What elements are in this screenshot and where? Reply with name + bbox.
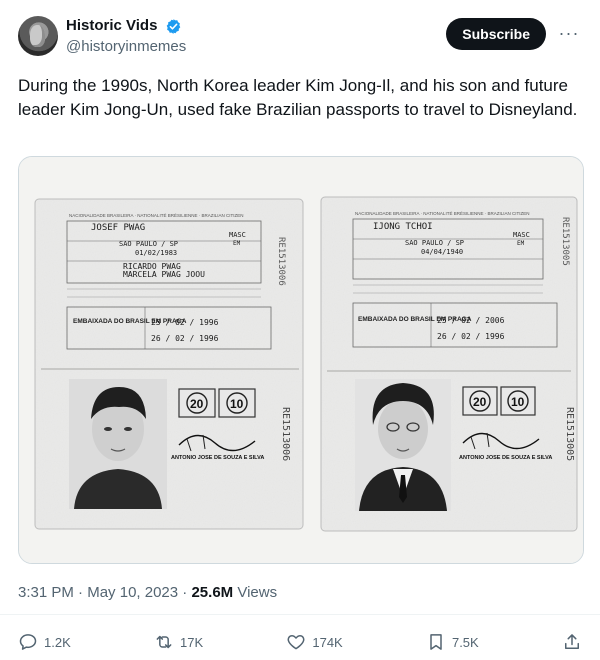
author-display-name[interactable]: Historic Vids <box>66 16 157 36</box>
tweet-date[interactable]: May 10, 2023 <box>87 584 178 601</box>
share-button[interactable] <box>562 632 582 652</box>
views-label: Views <box>237 584 278 601</box>
author-handle[interactable]: @historyinmemes <box>66 37 186 57</box>
left-dob-text: 01/02/1983 <box>135 249 177 257</box>
action-bar: 1.2K 17K 174K 7.5K <box>18 630 582 654</box>
passports-photo: NACIONALIDADE BRASILEIRA · NATIONALITÉ B… <box>19 157 583 563</box>
bookmark-icon <box>430 634 442 650</box>
more-options-icon[interactable]: ··· <box>556 20 582 46</box>
tweet-media-image[interactable]: NACIONALIDADE BRASILEIRA · NATIONALITÉ B… <box>18 156 584 564</box>
tweet-time[interactable]: 3:31 PM <box>18 584 74 601</box>
right-sex-text: MASC <box>513 231 530 239</box>
left-stamp-20: 20 <box>190 397 204 411</box>
left-passport: NACIONALIDADE BRASILEIRA · NATIONALITÉ B… <box>34 198 304 530</box>
repost-icon <box>156 635 172 649</box>
avatar[interactable] <box>18 16 58 56</box>
right-country-text: EM <box>517 240 525 247</box>
tweet-text: During the 1990s, North Korea leader Kim… <box>18 76 578 119</box>
right-stamp-10: 10 <box>511 395 525 409</box>
reply-count: 1.2K <box>44 634 71 650</box>
left-country-text: EM <box>233 240 241 247</box>
left-sex-text: MASC <box>229 231 246 239</box>
left-expires-text: 26 / 02 / 1996 <box>151 334 219 343</box>
right-passport: NACIONALIDADE BRASILEIRA · NATIONALITÉ B… <box>320 196 578 532</box>
right-portrait-photo <box>355 379 451 511</box>
divider <box>0 614 600 615</box>
bookmark-button[interactable]: 7.5K <box>426 632 479 652</box>
right-stamp-20: 20 <box>473 395 487 409</box>
left-name-text: JOSEF PWAG <box>91 223 145 233</box>
left-stamp-10: 10 <box>230 397 244 411</box>
tweet-meta: 3:31 PM · May 10, 2023 · 25.6M Views <box>18 583 277 603</box>
meta-separator-2: · <box>182 584 188 601</box>
heart-icon <box>287 635 305 650</box>
right-serial-bottom: RE1513005 <box>564 407 575 461</box>
bookmark-count: 7.5K <box>451 634 479 650</box>
right-name-text: IJONG TCHOI <box>373 222 433 232</box>
left-consul-text: ANTONIO JOSE DE SOUZA E SILVA <box>171 455 264 461</box>
left-serial-bottom: RE1513006 <box>280 407 291 461</box>
left-place-text: SAO PAULO / SP <box>119 240 178 248</box>
author-info: Historic Vids @historyinmemes <box>66 16 186 57</box>
like-button[interactable]: 174K <box>286 632 343 652</box>
verified-badge-icon <box>166 18 181 34</box>
repost-count: 17K <box>179 634 204 650</box>
right-dob-text: 04/04/1940 <box>421 248 463 256</box>
left-serial-top: RE1513006 <box>276 237 286 286</box>
left-header-text: NACIONALIDADE BRASILEIRA · NATIONALITÉ B… <box>69 212 243 218</box>
subscribe-button[interactable]: Subscribe <box>446 18 546 50</box>
reply-icon <box>19 634 37 650</box>
right-issued-text: 25 / 02 / 2006 <box>437 316 505 325</box>
left-mother-text: MARCELA PWAG JOOU <box>123 270 205 279</box>
right-place-text: SAO PAULO / SP <box>405 239 464 247</box>
reply-button[interactable]: 1.2K <box>18 632 71 652</box>
like-count: 174K <box>312 634 343 650</box>
right-consul-text: ANTONIO JOSE DE SOUZA E SILVA <box>459 455 552 461</box>
left-issued-text: 25 / 02 / 1996 <box>151 318 219 327</box>
left-portrait-photo <box>69 379 167 509</box>
views-count[interactable]: 25.6M <box>191 584 233 601</box>
share-icon <box>564 634 579 649</box>
right-serial-top: RE1513005 <box>560 217 570 266</box>
tweet-header: Historic Vids @historyinmemes Subscribe … <box>18 14 588 62</box>
right-expires-text: 26 / 02 / 1996 <box>437 332 505 341</box>
meta-separator: · <box>78 584 84 601</box>
right-header-text: NACIONALIDADE BRASILEIRA · NATIONALITÉ B… <box>355 210 529 216</box>
repost-button[interactable]: 17K <box>154 632 203 652</box>
